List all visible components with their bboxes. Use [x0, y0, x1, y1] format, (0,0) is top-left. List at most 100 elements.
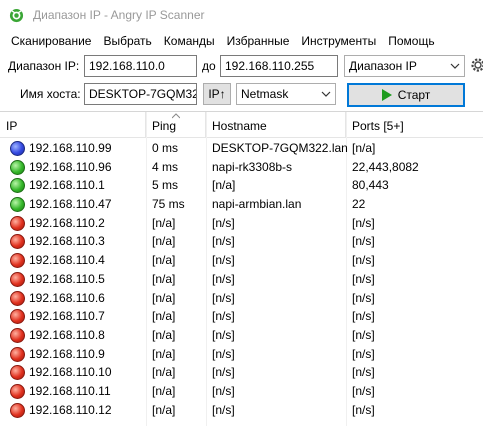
green-dot-icon	[10, 159, 25, 175]
cell-ping: [n/a]	[152, 383, 176, 398]
cell-hostname: [n/s]	[212, 365, 235, 380]
table-row[interactable]: 192.168.110.8 [n/a] [n/s] [n/s]	[0, 326, 483, 345]
cell-hostname: [n/s]	[212, 234, 235, 249]
ip-up-button[interactable]: IP↑	[203, 83, 231, 105]
netmask-select-value: Netmask	[241, 87, 289, 101]
start-button[interactable]: Старт	[347, 83, 465, 107]
cell-ports: [n/s]	[352, 327, 375, 342]
table-row[interactable]: 192.168.110.96 4 ms napi-rk3308b-s 22,443,8…	[0, 158, 483, 177]
table-header: IP Ping Hostname Ports [5+]	[0, 112, 483, 138]
cell-ip: 192.168.110.11	[29, 383, 111, 398]
red-dot-icon	[10, 346, 25, 362]
cell-ports: [n/s]	[352, 271, 375, 286]
red-dot-icon	[10, 290, 25, 306]
gear-icon[interactable]	[470, 57, 483, 73]
cell-ip: 192.168.110.47	[29, 197, 112, 212]
cell-hostname: [n/s]	[212, 253, 235, 268]
cell-ip: 192.168.110.7	[29, 309, 105, 324]
cell-ping: 75 ms	[152, 197, 185, 212]
cell-ping: [n/a]	[152, 215, 176, 230]
table-row[interactable]: 192.168.110.9 [n/a] [n/s] [n/s]	[0, 345, 483, 364]
green-dot-icon	[10, 197, 25, 213]
table-body: 192.168.110.99 0 ms DESKTOP-7GQM322.lan [n/…	[0, 139, 483, 419]
blue-dot-icon	[10, 141, 25, 156]
range-to-label: до	[202, 59, 216, 73]
cell-ip: 192.168.110.96	[29, 159, 112, 174]
cell-ip: 192.168.110.3	[29, 234, 105, 249]
feeder-select[interactable]: Диапазон IP	[344, 55, 465, 77]
red-dot-icon	[10, 215, 25, 231]
table-row[interactable]: 192.168.110.4 [n/a] [n/s] [n/s]	[0, 251, 483, 270]
red-dot-icon	[10, 383, 25, 399]
results-table: IP Ping Hostname Ports [5+] 192.168.110.…	[0, 111, 483, 426]
cell-ping: [n/a]	[152, 271, 176, 286]
menu-scan[interactable]: Сканирование	[5, 34, 97, 48]
hostname-label: Имя хоста:	[20, 87, 81, 101]
cell-ports: 80,443	[352, 178, 389, 193]
app-window: Диапазон IP - Angry IP Scanner Сканирова…	[0, 0, 483, 426]
range-label: Диапазон IP:	[8, 59, 80, 73]
toolbar-range-row: Диапазон IP: 192.168.110.0 до 192.168.11…	[0, 54, 483, 80]
cell-ports: [n/s]	[352, 290, 375, 305]
cell-hostname: [n/s]	[212, 271, 235, 286]
toolbar-hostname-row: Имя хоста: DESKTOP-7GQM322 IP↑ Netmask С…	[0, 82, 483, 108]
table-row[interactable]: 192.168.110.10 [n/a] [n/s] [n/s]	[0, 363, 483, 382]
red-dot-icon	[10, 234, 25, 250]
menu-favorites[interactable]: Избранные	[221, 34, 296, 48]
cell-ports: 22	[352, 197, 366, 212]
cell-hostname: napi-rk3308b-s	[212, 159, 293, 174]
table-row[interactable]: 192.168.110.99 0 ms DESKTOP-7GQM322.lan [n/…	[0, 139, 483, 158]
table-row[interactable]: 192.168.110.5 [n/a] [n/s] [n/s]	[0, 270, 483, 289]
cell-ip: 192.168.110.2	[29, 215, 105, 230]
cell-ping: [n/a]	[152, 290, 176, 305]
cell-ping: [n/a]	[152, 402, 176, 417]
table-row[interactable]: 192.168.110.3 [n/a] [n/s] [n/s]	[0, 232, 483, 251]
column-header-ports[interactable]: Ports [5+]	[346, 112, 483, 138]
cell-ip: 192.168.110.12	[29, 402, 112, 417]
red-dot-icon	[10, 402, 25, 418]
menu-select[interactable]: Выбрать	[97, 34, 157, 48]
chevron-down-icon	[321, 91, 331, 97]
menu-commands[interactable]: Команды	[158, 34, 221, 48]
cell-ports: [n/s]	[352, 215, 375, 230]
chevron-down-icon	[450, 63, 460, 69]
cell-ports: [n/s]	[352, 365, 375, 380]
title-bar[interactable]: Диапазон IP - Angry IP Scanner	[0, 0, 483, 31]
cell-ip: 192.168.110.99	[29, 141, 112, 155]
cell-ports: [n/s]	[352, 402, 375, 417]
menu-tools[interactable]: Инструменты	[295, 34, 382, 48]
cell-hostname: [n/s]	[212, 383, 235, 398]
cell-hostname: [n/s]	[212, 290, 235, 305]
menu-help[interactable]: Помощь	[382, 34, 440, 48]
table-row[interactable]: 192.168.110.12 [n/a] [n/s] [n/s]	[0, 401, 483, 420]
cell-ip: 192.168.110.5	[29, 271, 105, 286]
table-row[interactable]: 192.168.110.1 5 ms [n/a] 80,443	[0, 176, 483, 195]
table-row[interactable]: 192.168.110.7 [n/a] [n/s] [n/s]	[0, 307, 483, 326]
table-row[interactable]: 192.168.110.11 [n/a] [n/s] [n/s]	[0, 382, 483, 401]
range-start-input[interactable]: 192.168.110.0	[84, 55, 197, 77]
cell-ip: 192.168.110.9	[29, 346, 105, 361]
cell-ping: [n/a]	[152, 309, 176, 324]
column-header-hostname[interactable]: Hostname	[206, 112, 346, 138]
green-dot-icon	[10, 178, 25, 194]
sort-ascending-icon	[172, 113, 180, 119]
red-dot-icon	[10, 309, 25, 325]
range-end-input[interactable]: 192.168.110.255	[220, 55, 338, 77]
start-button-label: Старт	[397, 88, 431, 102]
cell-hostname: [n/s]	[212, 309, 235, 324]
cell-hostname: DESKTOP-7GQM322.lan	[212, 141, 348, 155]
cell-ping: 0 ms	[152, 141, 179, 155]
cell-hostname: [n/s]	[212, 215, 235, 230]
netmask-select[interactable]: Netmask	[236, 83, 336, 105]
column-header-ip[interactable]: IP	[0, 112, 146, 138]
table-row[interactable]: 192.168.110.47 75 ms napi-armbian.lan 22	[0, 195, 483, 214]
cell-hostname: [n/s]	[212, 346, 235, 361]
window-title: Диапазон IP - Angry IP Scanner	[33, 8, 205, 22]
cell-ip: 192.168.110.10	[29, 365, 112, 380]
cell-ping: [n/a]	[152, 253, 176, 268]
table-row[interactable]: 192.168.110.6 [n/a] [n/s] [n/s]	[0, 289, 483, 308]
table-row[interactable]: 192.168.110.2 [n/a] [n/s] [n/s]	[0, 214, 483, 233]
hostname-input[interactable]: DESKTOP-7GQM322	[84, 83, 197, 105]
play-icon	[381, 89, 392, 101]
cell-ping: 5 ms	[152, 178, 179, 193]
